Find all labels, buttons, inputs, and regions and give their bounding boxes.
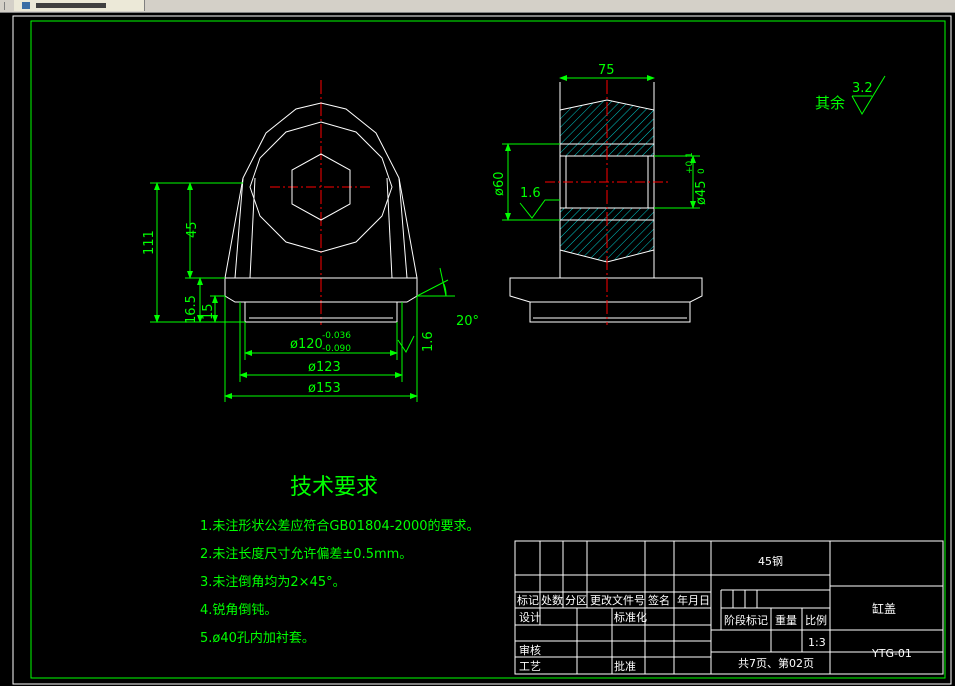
- tb-rev-mark: 标记: [517, 593, 539, 607]
- tech-item-1: 1.未注形状公差应符合GB01804-2000的要求。: [200, 518, 480, 534]
- tb-rev-sign: 签名: [648, 593, 670, 607]
- tech-item-2: 2.未注长度尺寸允许偏差±0.5mm。: [200, 546, 412, 562]
- dim-45h-tol-upper: +0.1: [685, 152, 695, 174]
- right-side-line: [398, 177, 408, 279]
- front-dimensions: [150, 182, 455, 402]
- tb-design: 设计: [519, 611, 541, 624]
- cad-drawing-canvas[interactable]: 111 45 16.5 15 ø120 -0.036 -0.090 ø123 ø…: [0, 0, 955, 686]
- dim-120-tol-upper: -0.036: [322, 331, 351, 341]
- tb-rev-date: 年月日: [677, 593, 710, 607]
- tb-rev-zone: 分区: [565, 594, 587, 607]
- tb-review: 审核: [519, 643, 541, 657]
- left-side-line: [234, 177, 244, 279]
- section-flange: [509, 277, 703, 323]
- roughness-front-label: 1.6: [421, 331, 436, 352]
- tb-stage-mark: 阶段标记: [724, 613, 768, 627]
- tb-part-name: 缸盖: [872, 601, 896, 616]
- tb-process: 工艺: [519, 660, 541, 673]
- roughness-section-label: 1.6: [520, 186, 541, 201]
- inner-frame: [30, 20, 946, 679]
- dim-60-label: ø60: [492, 172, 507, 197]
- surface-finish-label: 其余: [815, 94, 845, 112]
- dim-120-label: ø120: [290, 337, 323, 352]
- title-block-text: 标记 处数 分区 更改文件号 签名 年月日 设计 标准化 审核 工艺 批准 45…: [517, 555, 912, 673]
- tb-standardize: 标准化: [614, 610, 647, 624]
- tb-weight: 重量: [775, 613, 797, 627]
- section-view: [509, 80, 703, 325]
- tech-item-3: 3.未注倒角均为2×45°。: [200, 575, 346, 590]
- dim-75-label: 75: [598, 63, 615, 78]
- dim-111-label: 111: [142, 230, 157, 255]
- outer-frame: [12, 15, 952, 685]
- dim-120-tol-lower: -0.090: [322, 344, 351, 354]
- angle-20-label: 20°: [456, 314, 479, 329]
- front-dimension-labels: 111 45 16.5 15 ø120 -0.036 -0.090 ø123 ø…: [142, 221, 479, 396]
- tb-scale-label: 比例: [805, 613, 827, 627]
- tech-title: 技术要求: [290, 475, 378, 500]
- dim-153-label: ø153: [308, 381, 341, 396]
- roughness-symbol-front: [397, 335, 415, 353]
- tech-item-4: 4.锐角倒钝。: [200, 603, 277, 618]
- tb-material: 45钢: [758, 555, 783, 568]
- dim-15-label: 15: [201, 303, 216, 320]
- dim-45-label: 45: [185, 221, 200, 238]
- surface-finish-value: 3.2: [852, 81, 873, 96]
- front-view: [224, 80, 418, 325]
- tb-sheets: 共7页、第02页: [738, 656, 814, 670]
- dim-165-label: 16.5: [184, 295, 199, 324]
- tb-approve: 批准: [614, 659, 636, 673]
- roughness-symbol-section: [519, 199, 560, 219]
- tech-item-5: 5.ø40孔内加衬套。: [200, 630, 315, 646]
- dim-123-label: ø123: [308, 360, 341, 375]
- tb-scale: 1:3: [808, 636, 826, 649]
- tb-rev-count: 处数: [541, 594, 563, 607]
- surface-finish-note: 其余 3.2: [815, 75, 886, 115]
- dim-45h-label: ø45: [694, 181, 709, 206]
- tb-rev-doc: 更改文件号: [590, 593, 645, 607]
- dim-45h-tol-lower: 0: [697, 168, 707, 174]
- tb-drawing-no: YTG-01: [871, 647, 912, 660]
- technical-requirements: 技术要求 1.未注形状公差应符合GB01804-2000的要求。 2.未注长度尺…: [200, 475, 480, 646]
